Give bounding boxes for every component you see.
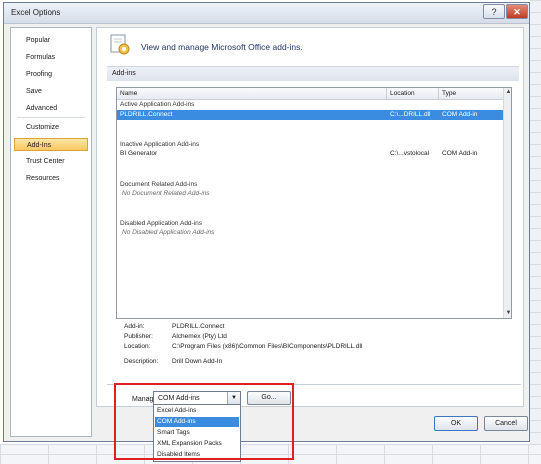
group-title: Document Related Add-ins	[120, 181, 198, 188]
row-location: C:\...vstolocal	[390, 150, 430, 157]
sidebar-item-addins[interactable]: Add-Ins	[14, 138, 88, 151]
annotation-highlight-box	[114, 383, 294, 460]
sidebar-item-advanced[interactable]: Advanced	[14, 102, 88, 115]
options-sidebar: Popular Formulas Proofing Save Advanced …	[10, 27, 92, 437]
cancel-button[interactable]: Cancel	[484, 416, 528, 431]
sidebar-separator	[17, 117, 85, 118]
table-header: Name Location Type	[117, 88, 503, 100]
ok-button[interactable]: OK	[434, 416, 478, 431]
sidebar-item-customize[interactable]: Customize	[14, 121, 88, 134]
background-spreadsheet	[530, 0, 541, 464]
section-header: Add-ins	[107, 66, 519, 81]
detail-label: Location:	[124, 343, 151, 350]
window-title: Excel Options	[11, 8, 61, 17]
table-row[interactable]: PLDRILL.Connect C:\...DRILL.dll COM Add-…	[117, 110, 503, 120]
sidebar-item-trust-center[interactable]: Trust Center	[14, 155, 88, 168]
addins-table: Name Location Type Active Application Ad…	[116, 87, 512, 319]
detail-label: Description:	[124, 358, 159, 365]
close-button[interactable]: ✕	[506, 4, 528, 19]
group-title: Disabled Application Add-ins	[120, 220, 203, 227]
column-type[interactable]: Type	[442, 90, 456, 97]
sidebar-item-popular[interactable]: Popular	[14, 34, 88, 47]
group-title: Active Application Add-ins	[120, 101, 195, 108]
row-type: COM Add-in	[442, 150, 478, 157]
excel-options-dialog: Excel Options ? ✕ Popular Formulas Proof…	[3, 2, 530, 462]
column-divider	[386, 88, 387, 99]
detail-addin-value: PLDRILL.Connect	[172, 323, 225, 330]
addins-gear-icon	[110, 34, 130, 55]
row-type: COM Add-in	[442, 111, 478, 118]
sidebar-item-proofing[interactable]: Proofing	[14, 68, 88, 81]
title-bar: Excel Options ? ✕	[4, 3, 529, 24]
empty-row: No Disabled Application Add-ins	[117, 228, 503, 238]
sidebar-item-formulas[interactable]: Formulas	[14, 51, 88, 64]
empty-text: No Document Related Add-ins	[122, 190, 210, 197]
empty-text: No Disabled Application Add-ins	[122, 229, 215, 236]
scroll-down-icon[interactable]: ▼	[504, 309, 511, 318]
row-name: PLDRILL.Connect	[120, 111, 173, 118]
detail-location-value: C:\Program Files (x86)\Common Files\BICo…	[172, 343, 363, 350]
detail-label: Add-in:	[124, 323, 145, 330]
scroll-up-icon[interactable]: ▲	[504, 88, 511, 97]
section-title: Add-ins	[112, 70, 136, 77]
sidebar-item-save[interactable]: Save	[14, 85, 88, 98]
column-name[interactable]: Name	[120, 90, 137, 97]
detail-description-value: Drill Down Add-In	[172, 358, 223, 365]
detail-publisher-value: Alchemex (Pty) Ltd	[172, 333, 227, 340]
empty-row: No Document Related Add-ins	[117, 189, 503, 199]
group-title: Inactive Application Add-ins	[120, 141, 200, 148]
column-divider	[438, 88, 439, 99]
addins-panel: View and manage Microsoft Office add-ins…	[96, 27, 524, 407]
row-name: BI Generator	[120, 150, 158, 157]
detail-label: Publisher:	[124, 333, 153, 340]
group-header: Active Application Add-ins	[117, 100, 503, 110]
row-location: C:\...DRILL.dll	[390, 111, 431, 118]
column-location[interactable]: Location	[390, 90, 415, 97]
sidebar-item-resources[interactable]: Resources	[14, 172, 88, 185]
page-heading: View and manage Microsoft Office add-ins…	[141, 42, 303, 52]
table-row[interactable]: BI Generator C:\...vstolocal COM Add-in	[117, 149, 503, 159]
help-button[interactable]: ?	[483, 4, 505, 19]
table-scrollbar[interactable]: ▲ ▼	[503, 88, 511, 318]
